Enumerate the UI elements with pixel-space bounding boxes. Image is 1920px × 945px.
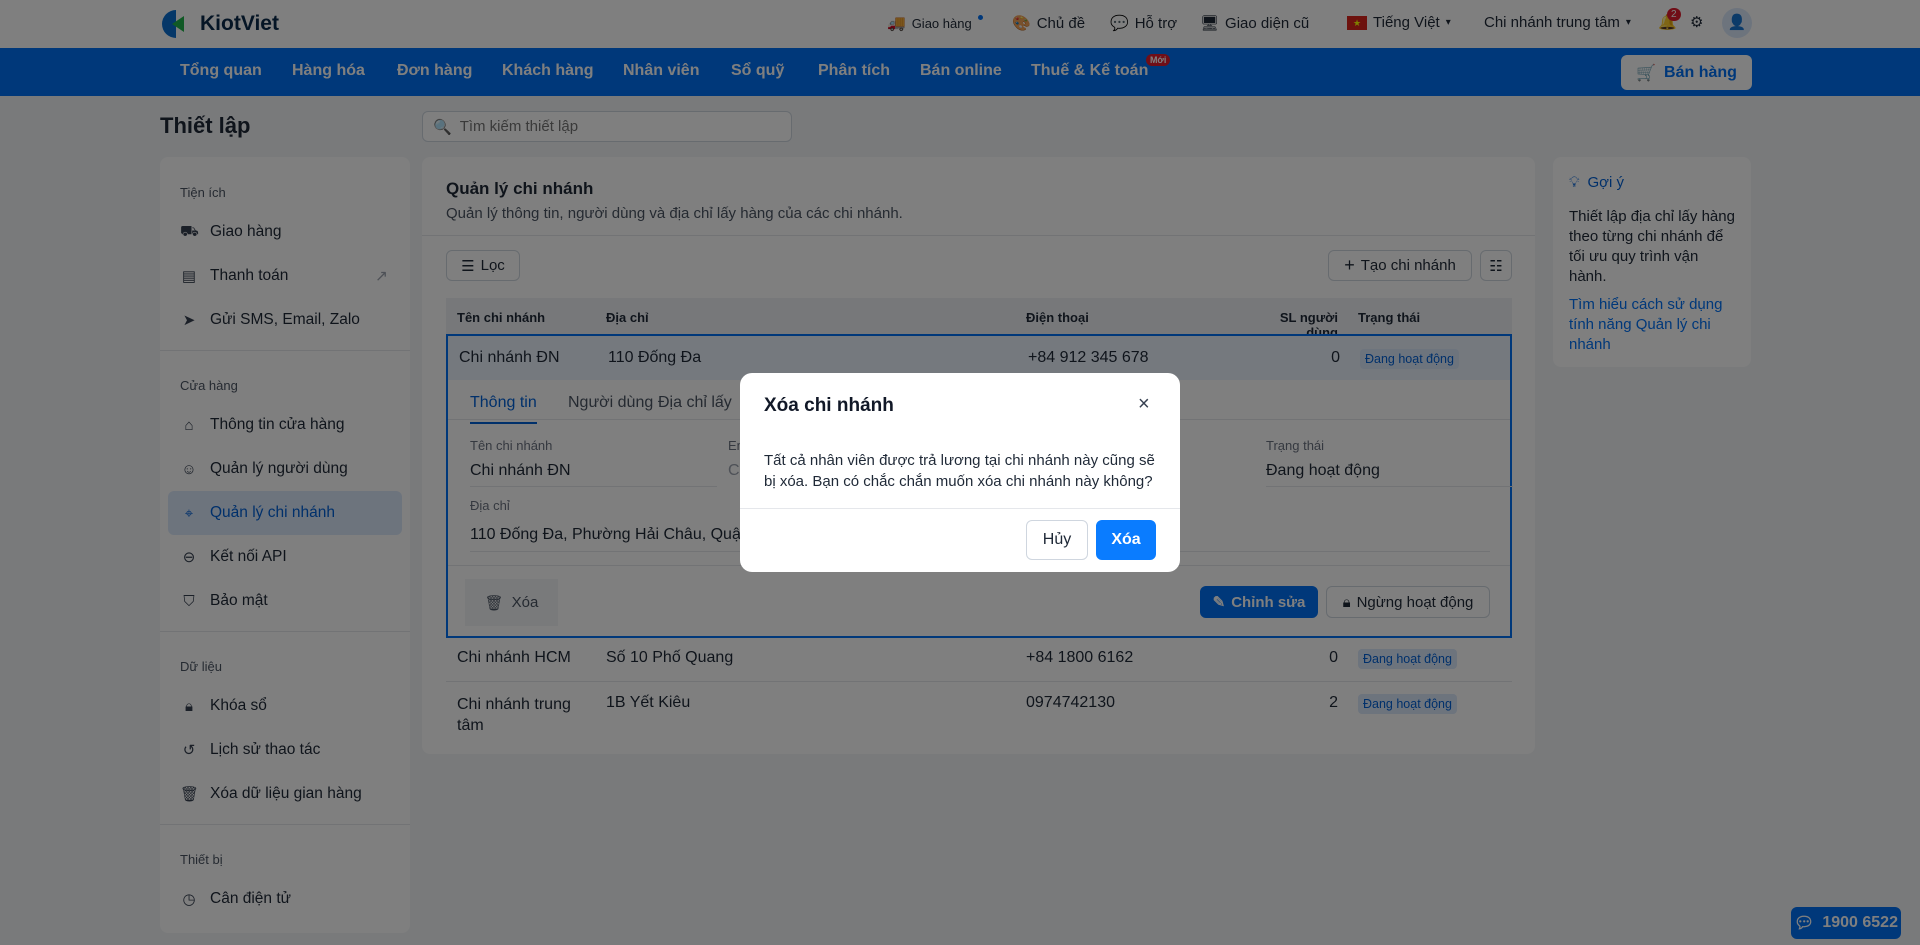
delete-branch-dialog: Xóa chi nhánh × Tất cả nhân viên được tr… xyxy=(740,373,1180,572)
dialog-message: Tất cả nhân viên được trả lương tại chi … xyxy=(764,452,1155,490)
confirm-delete-button[interactable]: Xóa xyxy=(1096,520,1156,560)
divider xyxy=(740,508,1180,509)
cancel-button[interactable]: Hủy xyxy=(1026,520,1088,560)
dialog-title: Xóa chi nhánh xyxy=(764,395,894,416)
close-icon[interactable]: × xyxy=(1138,393,1150,416)
